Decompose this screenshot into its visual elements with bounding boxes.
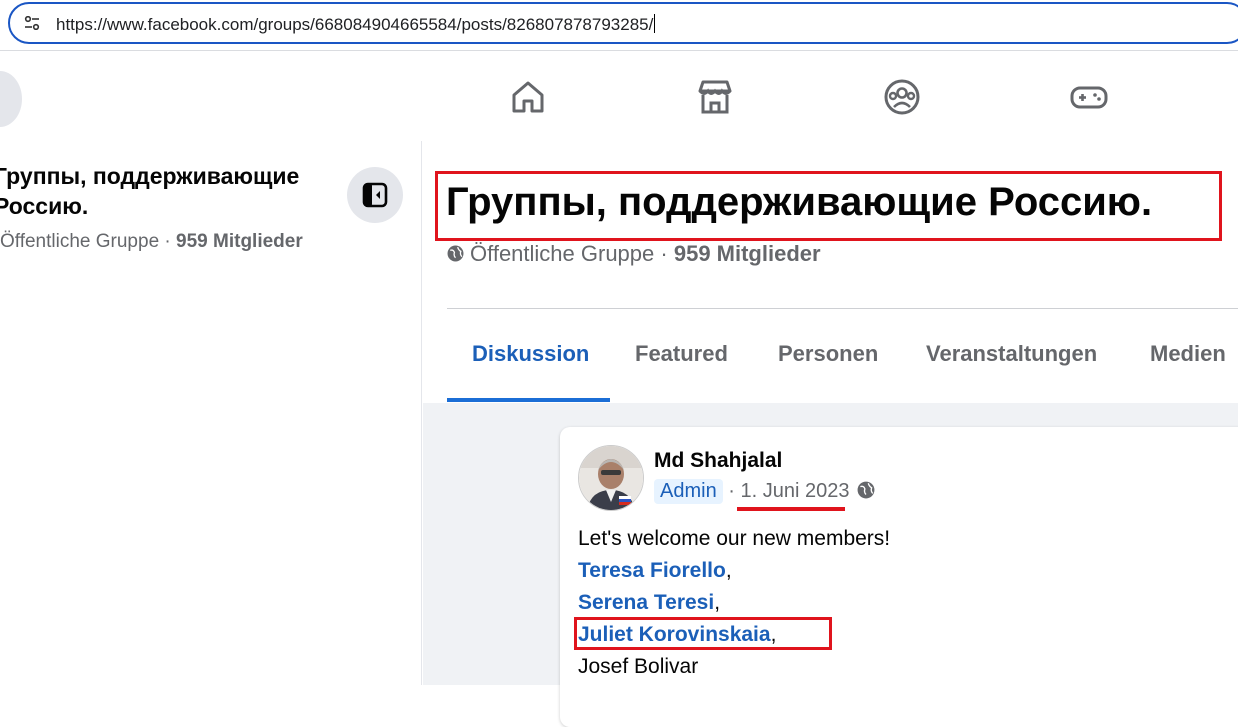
active-tab-indicator	[447, 398, 610, 402]
gaming-icon[interactable]	[1069, 77, 1109, 117]
sidebar-visibility: Öffentliche Gruppe	[0, 231, 160, 252]
discussion-feed: Md Shahjalal Admin · 1. Juni 2023 Let's …	[423, 403, 1238, 727]
text-cursor	[654, 14, 656, 33]
tab-personen[interactable]: Personen	[778, 341, 878, 367]
post-meta: Admin · 1. Juni 2023	[654, 479, 875, 511]
post-date-text: 1. Juni 2023	[740, 480, 850, 502]
post-card: Md Shahjalal Admin · 1. Juni 2023 Let's …	[560, 427, 1238, 727]
group-members[interactable]: 959 Mitglieder	[674, 241, 821, 266]
post-body: Let's welcome our new members! Teresa Fi…	[574, 523, 891, 683]
marketplace-icon[interactable]	[695, 77, 735, 117]
mention-line-1: Teresa Fiorello,	[578, 555, 890, 587]
globe-icon	[857, 481, 875, 499]
header-divider	[447, 308, 1238, 309]
group-meta: Öffentliche Gruppe · 959 Mitglieder	[447, 241, 821, 267]
tab-medien[interactable]: Medien	[1150, 341, 1226, 367]
admin-badge[interactable]: Admin	[654, 479, 723, 504]
mention-line-3: Juliet Korovinskaia,	[574, 617, 890, 651]
group-meta-separator: ·	[660, 241, 668, 266]
post-date[interactable]: 1. Juni 2023	[736, 480, 850, 511]
highlight-box-title: Группы, поддерживающие Россию.	[435, 171, 1222, 241]
group-main: Группы, поддерживающие Россию. Öffentlic…	[423, 141, 1238, 727]
tab-veranstaltungen[interactable]: Veranstaltungen	[926, 341, 1097, 367]
sidebar-members[interactable]: 959 Mitglieder	[176, 231, 303, 252]
top-navigation	[0, 51, 1238, 141]
collapse-sidebar-button[interactable]	[347, 167, 403, 223]
mention-line-2: Serena Teresi,	[578, 587, 890, 619]
date-highlight-underline	[736, 507, 845, 511]
last-member: Josef Bolivar	[578, 655, 699, 678]
author-photo	[579, 446, 643, 510]
sidebar-group-meta: Öffentliche Gruppe · 959 Mitglieder	[0, 231, 303, 253]
mention-link[interactable]: Serena Teresi	[578, 591, 714, 614]
highlight-box-mention	[574, 617, 832, 650]
sidebar-group-name[interactable]: Группы, поддерживающие Россию.	[0, 161, 324, 221]
post-author[interactable]: Md Shahjalal	[654, 449, 782, 473]
mention-link[interactable]: Teresa Fiorello	[578, 559, 726, 582]
site-settings-icon[interactable]	[24, 16, 40, 30]
tab-diskussion[interactable]: Diskussion	[472, 341, 589, 367]
mention-comma: ,	[725, 559, 732, 582]
mention-comma: ,	[714, 591, 721, 614]
address-bar[interactable]: https://www.facebook.com/groups/66808490…	[8, 2, 1238, 44]
post-meta-separator: ·	[728, 480, 735, 502]
home-icon[interactable]	[508, 77, 548, 117]
avatar[interactable]	[578, 445, 644, 511]
tab-featured[interactable]: Featured	[635, 341, 728, 367]
group-visibility: Öffentliche Gruppe	[470, 241, 655, 266]
group-sidebar: Группы, поддерживающие Россию. Öffentlic…	[0, 141, 422, 685]
post-text: Let's welcome our new members!	[578, 527, 891, 550]
groups-icon[interactable]	[882, 77, 922, 117]
group-title[interactable]: Группы, поддерживающие Россию.	[446, 180, 1152, 225]
search-button[interactable]	[0, 71, 22, 127]
globe-icon	[447, 245, 464, 262]
sidebar-separator: ·	[164, 231, 171, 252]
url-text[interactable]: https://www.facebook.com/groups/66808490…	[56, 14, 656, 35]
sidebar-toggle-icon	[362, 182, 388, 208]
